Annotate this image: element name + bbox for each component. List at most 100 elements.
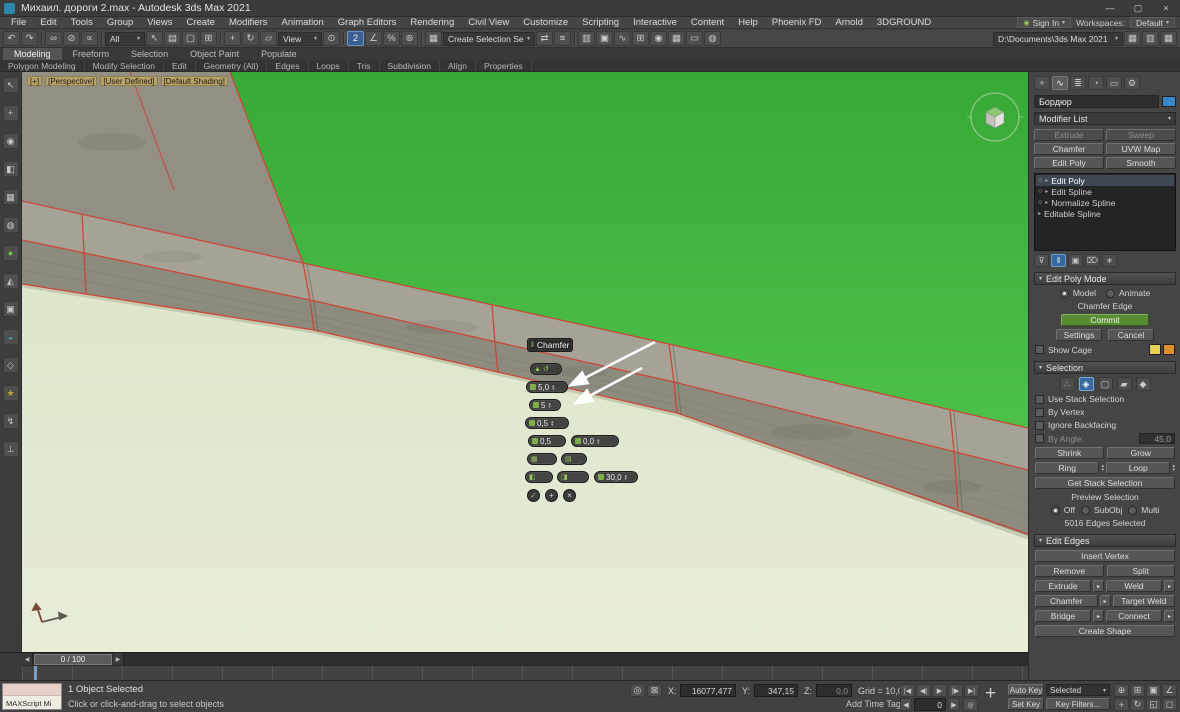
weld-settings-icon[interactable]: ▸ (1164, 580, 1175, 592)
reference-coordinate-system-dropdown[interactable]: View ▾ (278, 32, 322, 46)
selection-set-dropdown[interactable]: Selected ▾ (1046, 684, 1110, 696)
cancel-button[interactable]: Cancel (1108, 329, 1154, 341)
layer-manager-icon[interactable]: ▥ (578, 31, 595, 46)
minimize-button[interactable]: — (1096, 0, 1124, 16)
menu-item-views[interactable]: Views (140, 17, 179, 28)
auto-key-button[interactable]: Auto Key (1008, 684, 1044, 696)
extrude-modifier-button[interactable]: Extrude (1034, 129, 1104, 141)
go-to-start-button[interactable]: |◀ (900, 684, 915, 697)
viewport-menu-general[interactable]: [+] (27, 76, 42, 86)
ribbon-panel-geometry-all[interactable]: Geometry (All) (196, 61, 268, 71)
edge-mode-icon[interactable]: ◈ (1079, 377, 1094, 391)
spinner-icon[interactable]: ▴▾ (625, 474, 627, 481)
modifier-list-dropdown[interactable]: Modifier List ▾ (1034, 112, 1176, 125)
menu-item-modifiers[interactable]: Modifiers (222, 17, 275, 28)
select-and-move-icon[interactable]: + (224, 31, 241, 46)
menu-item-animation[interactable]: Animation (275, 17, 331, 28)
model-radio[interactable]: Model (1060, 288, 1096, 298)
bridge-button[interactable]: Bridge (1035, 610, 1091, 622)
by-angle-value[interactable]: 45,0 (1139, 433, 1175, 444)
perspective-viewport[interactable]: [+] [Perspective] [User Defined] [Defaul… (22, 72, 1028, 652)
menu-item-scripting[interactable]: Scripting (575, 17, 626, 28)
show-cage-checkbox[interactable] (1035, 345, 1044, 354)
angle-snap-icon[interactable]: ∠ (365, 31, 382, 46)
loop-button[interactable]: Loop (1106, 462, 1170, 474)
menu-item-civil-view[interactable]: Civil View (461, 17, 516, 28)
zoom-extents-icon[interactable]: ▣ (1146, 684, 1161, 697)
workspace-icon[interactable]: ▥ (1142, 31, 1159, 46)
caddy-depth-field[interactable]: 0,5 ▴▾ (525, 417, 569, 429)
target-weld-button[interactable]: Target Weld (1113, 595, 1176, 607)
stack-item-normalize-spline[interactable]: ○ ▸ Normalize Spline (1036, 197, 1174, 208)
percent-snap-icon[interactable]: % (383, 31, 400, 46)
undo-icon[interactable]: ↶ (3, 31, 20, 46)
selection-filter-dropdown[interactable]: All ▾ (105, 32, 145, 46)
animate-radio[interactable]: Animate (1106, 288, 1150, 298)
maxscript-pink-row[interactable] (3, 684, 61, 696)
add-time-tag[interactable]: Add Time Tag (846, 699, 901, 709)
split-button[interactable]: Split (1107, 565, 1176, 577)
left-tool-material-icon[interactable]: ◉ (3, 133, 19, 149)
key-filters-button[interactable]: Key Filters... (1046, 698, 1110, 710)
left-tool-layers-icon[interactable]: ▣ (3, 301, 19, 317)
bulb-icon[interactable]: ○ (1038, 177, 1042, 184)
window-crossing-icon[interactable]: ⊞ (200, 31, 217, 46)
viewport-menu-shading[interactable]: [Default Shading] (161, 76, 228, 86)
smooth-modifier-button[interactable]: Smooth (1106, 157, 1176, 169)
ribbon-panel-edges[interactable]: Edges (267, 61, 308, 71)
left-tool-select-icon[interactable]: ↖ (3, 77, 19, 93)
y-coordinate-field[interactable]: 347,15 (754, 684, 798, 697)
select-and-scale-icon[interactable]: ▱ (260, 31, 277, 46)
caddy-invert-field[interactable]: 0,0 ▴▾ (571, 435, 619, 447)
current-frame-marker[interactable] (34, 666, 37, 680)
ribbon-tab-selection[interactable]: Selection (120, 48, 179, 60)
connect-button[interactable]: Connect (1106, 610, 1162, 622)
by-vertex-checkbox[interactable] (1035, 408, 1044, 417)
ring-button[interactable]: Ring (1035, 462, 1099, 474)
previous-frame-button[interactable]: ◀ (22, 653, 33, 666)
chamfer-modifier-button[interactable]: Chamfer (1034, 143, 1104, 155)
rollout-header[interactable]: ▾ Selection (1034, 361, 1176, 374)
pin-stack-icon[interactable]: ⊽ (1034, 254, 1049, 267)
left-tool-shape-icon[interactable]: ◇ (3, 357, 19, 373)
caddy-apply-button[interactable]: + (545, 489, 558, 502)
project-folder-dropdown[interactable]: D:\Documents\3ds Max 2021 ▾ (993, 32, 1123, 46)
sign-in-button[interactable]: ◉ Sign In ▾ (1017, 17, 1071, 28)
left-tool-bolt-icon[interactable]: ↯ (3, 413, 19, 429)
mirror-icon[interactable]: ⇄ (536, 31, 553, 46)
zoom-icon[interactable]: ⊕ (1114, 684, 1129, 697)
settings-button[interactable]: Settings (1056, 329, 1102, 341)
left-tool-mirror-icon[interactable]: ◧ (3, 161, 19, 177)
cage-color-swatch[interactable] (1149, 344, 1161, 355)
element-mode-icon[interactable]: ◆ (1136, 377, 1151, 391)
viewport-menu-pov[interactable]: [Perspective] (45, 76, 97, 86)
maximize-button[interactable]: ▢ (1124, 0, 1152, 16)
caddy-option-b[interactable]: ▤ (561, 453, 587, 465)
show-end-result-icon[interactable]: ‖ (1051, 254, 1066, 267)
zoom-all-icon[interactable]: ⊞ (1130, 684, 1145, 697)
play-button[interactable]: ▶ (932, 684, 947, 697)
isolate-selection-icon[interactable]: ◎ (630, 684, 645, 697)
caddy-segments-field[interactable]: 5 ▴▾ (529, 399, 561, 411)
spinner-snap-icon[interactable]: ⊚ (401, 31, 418, 46)
menu-item-customize[interactable]: Customize (516, 17, 575, 28)
use-pivot-center-icon[interactable]: ⊙ (323, 31, 340, 46)
left-tool-prism-icon[interactable]: ◭ (3, 273, 19, 289)
stack-item-edit-poly[interactable]: ○ ▸ Edit Poly (1036, 175, 1174, 186)
ribbon-panel-tris[interactable]: Tris (349, 61, 380, 71)
select-and-rotate-icon[interactable]: ↻ (242, 31, 259, 46)
left-tool-grid-icon[interactable]: ▦ (3, 189, 19, 205)
preview-subobj-radio[interactable]: SubObj (1081, 505, 1122, 515)
time-slider[interactable]: ◀ 0 / 100 ▶ (22, 652, 1028, 665)
toggle-ribbon-icon[interactable]: ▣ (596, 31, 613, 46)
ribbon-tab-populate[interactable]: Populate (250, 48, 308, 60)
weld-button[interactable]: Weld (1106, 580, 1162, 592)
caddy-option-a[interactable]: ▦ (527, 453, 557, 465)
menu-item-help[interactable]: Help (731, 17, 765, 28)
x-coordinate-field[interactable]: 16077,477 (680, 684, 736, 697)
spinner-icon[interactable]: ▴▾ (552, 384, 554, 391)
caddy-ok-button[interactable]: ✓ (527, 489, 540, 502)
hierarchy-tab-icon[interactable]: ≣ (1070, 76, 1086, 90)
select-by-name-icon[interactable]: ▤ (164, 31, 181, 46)
select-and-link-icon[interactable]: ∞ (45, 31, 62, 46)
